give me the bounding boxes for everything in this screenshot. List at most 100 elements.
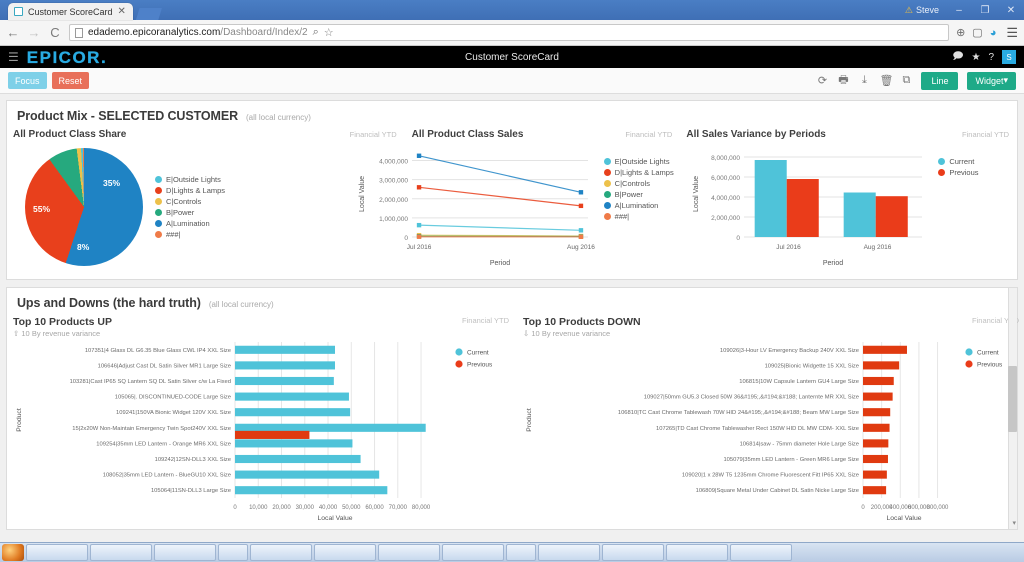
start-button[interactable] xyxy=(2,544,24,561)
panel-subtitle: (all local currency) xyxy=(209,300,274,309)
line-button[interactable]: Line xyxy=(921,72,958,90)
svg-text:Current: Current xyxy=(977,350,999,357)
pie-legend: E|Outside Lights D|Lights & Lamps C|Contro… xyxy=(155,175,225,239)
page-title: Customer ScoreCard xyxy=(0,52,1024,63)
url-text: edademo.epicoranalytics.com/Dashboard/In… xyxy=(88,27,308,38)
forward-icon[interactable]: → xyxy=(27,25,41,40)
reload-icon[interactable]: C xyxy=(48,25,62,40)
legend-item[interactable]: C|Controls xyxy=(604,179,674,188)
legend-label: A|Lumination xyxy=(615,201,659,210)
task-item[interactable] xyxy=(378,544,440,561)
task-item[interactable] xyxy=(602,544,664,561)
svg-text:70,000: 70,000 xyxy=(389,505,408,511)
svg-text:0: 0 xyxy=(404,235,408,242)
task-item[interactable] xyxy=(250,544,312,561)
menu-toggle-icon[interactable]: ☰ xyxy=(8,51,19,63)
task-item[interactable] xyxy=(730,544,792,561)
task-item[interactable] xyxy=(154,544,216,561)
legend-item[interactable]: B|Power xyxy=(604,190,674,199)
star-icon[interactable]: ☆ xyxy=(324,26,334,39)
widget-top-products-up[interactable]: Top 10 Products UP ⇧ 10 By revenue varia… xyxy=(7,314,517,529)
chat-icon[interactable]: 🗩 xyxy=(952,49,963,66)
adblock-icon[interactable]: ◕ xyxy=(990,27,997,39)
legend-item[interactable]: B|Power xyxy=(155,208,225,217)
widget-dropdown-button[interactable]: Widget▾ xyxy=(967,72,1016,90)
legend-item[interactable]: D|Lights & Lamps xyxy=(604,168,674,177)
legend-item[interactable]: ###| xyxy=(604,212,674,221)
legend-item[interactable]: E|Outside Lights xyxy=(604,157,674,166)
legend-item[interactable]: E|Outside Lights xyxy=(155,175,225,184)
legend-color-dot xyxy=(938,169,945,176)
legend-label: C|Controls xyxy=(166,197,201,206)
task-item[interactable] xyxy=(218,544,248,561)
extension-icon[interactable]: ⊕ xyxy=(956,26,965,39)
task-item[interactable] xyxy=(506,544,536,561)
task-item[interactable] xyxy=(538,544,600,561)
legend-color-dot xyxy=(155,187,162,194)
line-chart-svg: 01,000,0002,000,0003,000,0004,000,000Jul… xyxy=(350,143,600,271)
task-item[interactable] xyxy=(90,544,152,561)
svg-text:108052|35mm LED Lantern - Blue: 108052|35mm LED Lantern - BlueGU10 XXL S… xyxy=(103,473,231,479)
task-item[interactable] xyxy=(26,544,88,561)
legend-item[interactable]: ###| xyxy=(155,230,225,239)
export-icon[interactable]: ⤓ xyxy=(858,74,870,87)
scroll-down-icon[interactable]: ▾ xyxy=(1012,519,1016,527)
print-icon[interactable]: 🖶 xyxy=(837,71,849,90)
task-item[interactable] xyxy=(442,544,504,561)
address-bar[interactable]: edademo.epicoranalytics.com/Dashboard/In… xyxy=(69,24,949,41)
arrow-down-icon: ⇩ xyxy=(523,329,529,338)
help-icon[interactable]: ? xyxy=(988,52,994,63)
scrollbar-thumb[interactable] xyxy=(1008,366,1017,432)
widget-top-products-down[interactable]: Top 10 Products DOWN ⇩ 10 By revenue var… xyxy=(517,314,1024,529)
focus-button[interactable]: Focus xyxy=(8,72,47,89)
legend-item[interactable]: Previous xyxy=(938,168,978,177)
back-icon[interactable]: ← xyxy=(6,25,20,40)
widget-product-class-sales[interactable]: Financial YTD All Product Class Sales Fi… xyxy=(344,127,681,279)
panel-scrollbar[interactable]: ▾ xyxy=(1008,288,1017,529)
app-header: ☰ EPICOR. Customer ScoreCard 🗩 ★ ? S xyxy=(0,46,1024,68)
task-item[interactable] xyxy=(666,544,728,561)
copy-icon[interactable]: ⧉ xyxy=(900,74,912,87)
note-icon[interactable]: ▢ xyxy=(972,26,982,39)
restore-icon[interactable]: ❐ xyxy=(972,2,998,18)
bar-chart: 02,000,0004,000,0006,000,0008,000,000Jul… xyxy=(686,143,1011,271)
legend-label: Current xyxy=(949,157,974,166)
tab-close-icon[interactable]: ✕ xyxy=(118,6,126,17)
widget-product-class-share[interactable]: All Product Class Share 55% 35% 8% E|Out… xyxy=(7,127,344,279)
legend-item[interactable]: C|Controls xyxy=(155,197,225,206)
minimize-icon[interactable]: – xyxy=(946,2,972,18)
legend-label: C|Controls xyxy=(615,179,650,188)
widget-title: Top 10 Products UP xyxy=(13,316,513,328)
browser-tab[interactable]: Customer ScoreCard ✕ xyxy=(8,3,133,20)
zoom-icon[interactable]: ⌕ xyxy=(313,26,319,39)
star-icon[interactable]: ★ xyxy=(971,52,980,63)
svg-text:Jul 2016: Jul 2016 xyxy=(777,244,802,251)
legend-item[interactable]: Current xyxy=(938,157,978,166)
legend-label: B|Power xyxy=(166,208,194,217)
reset-button[interactable]: Reset xyxy=(52,72,90,89)
panel-subtitle: (all local currency) xyxy=(246,113,311,122)
top-up-chart-svg: 010,00020,00030,00040,00050,00060,00070,… xyxy=(13,338,513,524)
chrome-menu-icon[interactable]: ☰ xyxy=(1003,25,1018,41)
widget-sales-variance[interactable]: All Sales Variance by Periods Financial … xyxy=(680,127,1017,279)
new-tab-button[interactable] xyxy=(136,8,162,20)
legend-item[interactable]: D|Lights & Lamps xyxy=(155,186,225,195)
svg-text:60,000: 60,000 xyxy=(365,505,384,511)
legend-label: D|Lights & Lamps xyxy=(615,168,674,177)
browser-toolbar: ← → C edademo.epicoranalytics.com/Dashbo… xyxy=(0,20,1024,46)
window-user-label[interactable]: ⚠ Steve xyxy=(900,5,946,16)
svg-text:Aug 2016: Aug 2016 xyxy=(864,244,892,251)
legend-item[interactable]: A|Lumination xyxy=(604,201,674,210)
panel-product-mix-header: Product Mix - SELECTED CUSTOMER (all loc… xyxy=(7,101,1017,127)
close-window-icon[interactable]: ✕ xyxy=(998,2,1024,18)
ytd-label: Financial YTD xyxy=(625,130,672,139)
legend-item[interactable]: A|Lumination xyxy=(155,219,225,228)
svg-text:106810|TC Cast Chrome Tablewas: 106810|TC Cast Chrome Tablewash 70W HID … xyxy=(618,410,859,416)
refresh-icon[interactable]: ⟳ xyxy=(816,74,828,87)
delete-icon[interactable]: 🗑 xyxy=(879,74,891,87)
svg-text:2,000,000: 2,000,000 xyxy=(379,197,408,204)
task-item[interactable] xyxy=(314,544,376,561)
window-controls: ⚠ Steve – ❐ ✕ xyxy=(900,0,1024,20)
epicor-logo: EPICOR. xyxy=(27,49,107,66)
avatar[interactable]: S xyxy=(1002,50,1016,64)
